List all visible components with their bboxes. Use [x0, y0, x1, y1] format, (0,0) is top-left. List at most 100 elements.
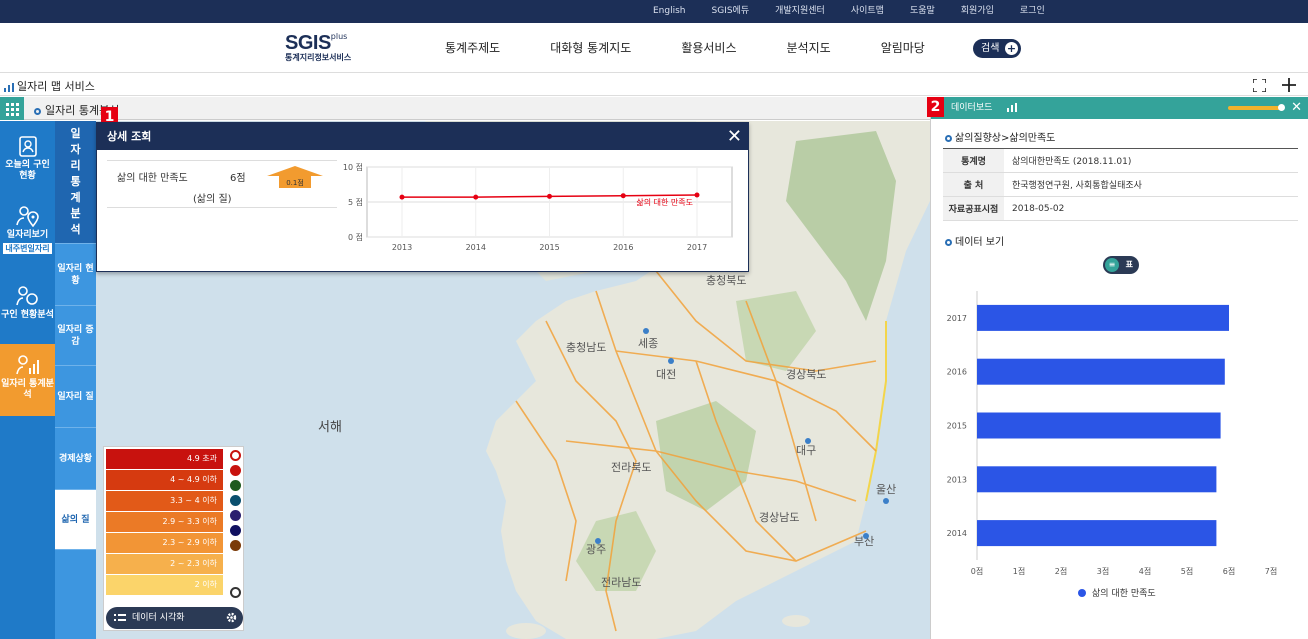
- nearby-jobs-tag[interactable]: 내주변일자리: [3, 243, 52, 254]
- bar[interactable]: [977, 304, 1229, 331]
- bar-chart-icon: [4, 82, 14, 92]
- nav-job-view[interactable]: 일자리보기 내주변일자리: [0, 201, 55, 265]
- bar[interactable]: [977, 412, 1221, 439]
- table-toggle-label[interactable]: 표: [1126, 259, 1133, 270]
- chart-icon[interactable]: ≡: [1105, 258, 1119, 272]
- data-point[interactable]: [399, 194, 405, 200]
- subnav-job-quality[interactable]: 일자리 질: [55, 366, 96, 428]
- data-point[interactable]: [473, 194, 479, 200]
- x-tick-label: 7점: [1265, 566, 1277, 576]
- map-label-daegu: 대구: [796, 444, 816, 457]
- sub-nav: 일자리통계분석 일자리 현황 일자리 증감 일자리 질 경제상황 삶의 질: [55, 121, 96, 639]
- legend-color-swatch[interactable]: [230, 495, 241, 506]
- util-link-join[interactable]: 회원가입: [948, 0, 1007, 23]
- legend-band[interactable]: 4.9 초과: [106, 449, 223, 469]
- dashboard-title: 데이터보드: [951, 103, 993, 113]
- subnav-economy[interactable]: 경제상황: [55, 428, 96, 490]
- clipboard-person-icon: [18, 136, 37, 157]
- data-view-text: 데이터 보기: [955, 237, 1005, 248]
- nav-job-stats-label: 일자리 통계분석: [1, 379, 54, 400]
- subnav-quality-of-life[interactable]: 삶의 질: [55, 490, 96, 550]
- table-row: 자료공표시점 2018-05-02: [943, 196, 1298, 221]
- subnav-job-change[interactable]: 일자리 증감: [55, 306, 96, 366]
- nav-job-analysis[interactable]: 구인 현황분석: [0, 281, 55, 337]
- gnb-analysis-map[interactable]: 분석지도: [762, 23, 856, 73]
- service-bar: 일자리 맵 서비스: [0, 74, 1308, 96]
- util-link-help[interactable]: 도움말: [897, 0, 948, 23]
- x-tick-label: 4점: [1139, 566, 1151, 576]
- legend-label: 삶의 대한 만족도: [1092, 588, 1156, 599]
- detail-change: 0.1점: [286, 179, 304, 187]
- subnav-job-stats[interactable]: 일자리통계분석: [55, 121, 96, 244]
- plus-icon: +: [1005, 42, 1018, 55]
- detail-indicator: 삶의 대한 만족도: [117, 173, 188, 184]
- data-view-title: 데이터 보기: [945, 233, 1004, 248]
- gnb-theme-map[interactable]: 통계주제도: [420, 23, 525, 73]
- nav-job-stats[interactable]: 일자리 통계분석: [0, 344, 55, 416]
- legend-band[interactable]: 2 이하: [106, 575, 223, 595]
- bar[interactable]: [977, 358, 1225, 385]
- legend-band[interactable]: 4 ~ 4.9 이하: [106, 470, 223, 490]
- legend-color-swatch[interactable]: [230, 540, 241, 551]
- close-icon[interactable]: ✕: [727, 123, 742, 150]
- detail-category: (삶의 질): [193, 194, 232, 205]
- y-tick-label: 2014: [947, 529, 967, 538]
- nav-job-view-label: 일자리보기: [6, 230, 49, 240]
- logo-sub: 통계지리정보서비스: [285, 53, 352, 62]
- sgis-logo[interactable]: SGISplus 통계지리정보서비스: [285, 32, 351, 63]
- fullscreen-icon[interactable]: [1253, 79, 1266, 92]
- legend-check-icon[interactable]: [230, 450, 241, 461]
- gear-icon[interactable]: [226, 612, 237, 623]
- legend-band[interactable]: 2.9 ~ 3.3 이하: [106, 512, 223, 532]
- util-link-dev[interactable]: 개발지원센터: [762, 0, 838, 23]
- gnb-notice[interactable]: 알림마당: [856, 23, 950, 73]
- legend-color-swatch[interactable]: [230, 525, 241, 536]
- chart-legend: 삶의 대한 만족도: [1078, 588, 1156, 599]
- y-tick-label: 10 점: [343, 162, 363, 172]
- slider-knob[interactable]: [1278, 104, 1285, 111]
- util-link-sitemap[interactable]: 사이트맵: [838, 0, 897, 23]
- main-header: SGISplus 통계지리정보서비스 통계주제도 대화형 통계지도 활용서비스 …: [0, 23, 1308, 73]
- legend-color-swatch[interactable]: [230, 510, 241, 521]
- opacity-slider[interactable]: [1228, 104, 1285, 111]
- subnav-job-status[interactable]: 일자리 현황: [55, 244, 96, 306]
- gnb-services[interactable]: 활용서비스: [656, 23, 761, 73]
- nav-job-analysis-label: 구인 현황분석: [1, 310, 54, 320]
- circle-icon: [945, 134, 952, 142]
- legend-band[interactable]: 2.3 ~ 2.9 이하: [106, 533, 223, 553]
- data-dashboard: 데이터보드 ✕ 삶의질향상>삶의만족도 통계명 삶의대한만족도 (2018.11.…: [930, 97, 1308, 639]
- data-point[interactable]: [694, 192, 700, 198]
- dashboard-header: 데이터보드 ✕: [931, 97, 1308, 119]
- nav-today-jobs[interactable]: 오늘의 구인 현황: [0, 131, 55, 191]
- info-key: 통계명: [943, 148, 1004, 173]
- data-point[interactable]: [620, 193, 626, 199]
- search-label: 검색: [981, 43, 1000, 54]
- legend-color-swatch[interactable]: [230, 465, 241, 476]
- legend-disable-icon[interactable]: [230, 587, 241, 598]
- map-label-gyeongnam: 경상남도: [759, 511, 799, 524]
- add-icon[interactable]: [1282, 78, 1296, 92]
- gnb-interactive-map[interactable]: 대화형 통계지도: [525, 23, 656, 73]
- legend-band[interactable]: 3.3 ~ 4 이하: [106, 491, 223, 511]
- map-label-jeonnam: 전라남도: [601, 576, 641, 589]
- util-link-edu[interactable]: SGIS에듀: [699, 0, 763, 23]
- grid-menu-button[interactable]: [0, 97, 24, 120]
- data-point[interactable]: [547, 193, 552, 199]
- search-button[interactable]: 검색 +: [973, 39, 1021, 58]
- legend-color-swatch[interactable]: [230, 480, 241, 491]
- x-tick-label: 6점: [1223, 566, 1235, 576]
- data-viz-button[interactable]: 데이터 시각화: [106, 607, 243, 629]
- close-icon[interactable]: ✕: [1291, 97, 1302, 119]
- logo-main: SGIS: [285, 32, 331, 54]
- bar[interactable]: [977, 520, 1217, 547]
- x-tick-label: 2017: [687, 243, 707, 252]
- y-tick-label: 5 점: [348, 197, 363, 207]
- legend-band[interactable]: 2 ~ 2.3 이하: [106, 554, 223, 574]
- bar[interactable]: [977, 466, 1217, 493]
- chart-table-toggle[interactable]: ≡ 표: [1103, 256, 1139, 274]
- y-tick-label: 2017: [947, 314, 967, 323]
- util-link-english[interactable]: English: [640, 0, 699, 23]
- util-link-login[interactable]: 로그인: [1007, 0, 1058, 23]
- info-key: 출 처: [943, 172, 1004, 197]
- y-tick-label: 2015: [947, 422, 967, 431]
